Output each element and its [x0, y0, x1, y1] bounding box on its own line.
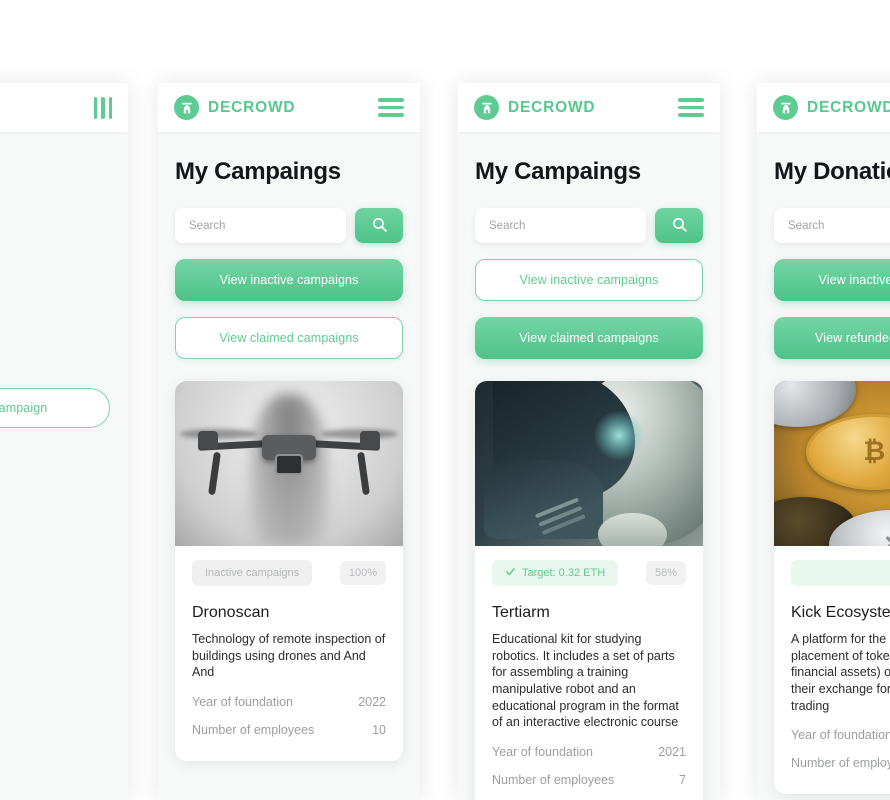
field-value: 2022	[358, 694, 386, 709]
status-badge: Target: 0.32 ETH	[492, 560, 619, 586]
robot-photo	[475, 381, 703, 546]
card-body: Inactive campaigns 100% Dronoscan Techno…	[175, 546, 403, 761]
card-description: Educational kit for studying robotics. I…	[492, 632, 679, 730]
phone-panel-my-campaigns-active: DECROWD My Campaings View inactive campa…	[158, 83, 420, 800]
drone-photo	[175, 381, 403, 546]
sidebar-item-users[interactable]: Users	[0, 212, 110, 256]
page-title: My Campaings	[175, 158, 341, 185]
brand[interactable]: DECROWD	[773, 95, 890, 120]
donation-card[interactable]: ₿✕ Successful Kick Ecosystem A platform …	[774, 381, 890, 795]
crypto-coins-photo: ₿✕	[774, 381, 890, 546]
page-body: My Donations View inactive campaigns Vie…	[757, 158, 890, 795]
sidebar-item-home[interactable]: Home	[0, 168, 110, 212]
search-button[interactable]	[655, 208, 703, 243]
vertical-bars-icon[interactable]	[86, 96, 112, 119]
page-body: My Campaings View inactive campaigns Vie…	[458, 158, 720, 800]
search-row	[175, 208, 403, 243]
view-inactive-campaigns-button[interactable]: View inactive campaigns	[175, 259, 403, 301]
page-body: My Campaings View inactive campaigns Vie…	[158, 158, 420, 761]
campaign-card[interactable]: Target: 0.32 ETH 58% Tertiarm Educationa…	[475, 381, 703, 800]
badge-row: Inactive campaigns 100%	[192, 560, 386, 586]
field-label: Year of foundation	[492, 744, 594, 759]
search-button[interactable]	[355, 208, 403, 243]
drawer-list: Home Users My Campaings My Donations	[0, 168, 110, 344]
search-row	[475, 208, 703, 243]
badge-row: Successful	[791, 560, 890, 586]
search-input[interactable]	[175, 208, 346, 243]
lamp-logo-icon	[174, 95, 199, 120]
app-bar: DECROWD	[158, 83, 420, 132]
phone-panel-my-campaigns-claimed: DECROWD My Campaings View inactive campa…	[458, 83, 720, 800]
app-bar	[0, 83, 128, 132]
card-field-row: Year of foundation 2021	[492, 745, 686, 759]
sidebar-item-my-donations[interactable]: My Donations	[0, 300, 110, 344]
card-body: Successful Kick Ecosystem A platform for…	[774, 546, 890, 794]
app-bar: DECROWD	[458, 83, 720, 132]
field-value: 10	[372, 722, 386, 737]
brand-name: DECROWD	[508, 98, 596, 116]
field-label: Number of employees	[791, 756, 890, 771]
progress-percent: 58%	[645, 561, 686, 585]
view-claimed-campaigns-button[interactable]: View claimed campaigns	[175, 317, 403, 359]
status-badge: Successful	[791, 560, 890, 586]
phone-panel-my-donations: DECROWD My Donations View inactive campa…	[757, 83, 890, 800]
card-field-row: Number of employees 7	[492, 773, 686, 787]
create-campaign-button[interactable]: Create campaign	[0, 388, 110, 428]
phone-panel-drawer: Home Users My Campaings My Donations Cre…	[0, 83, 128, 800]
view-claimed-campaigns-button[interactable]: View claimed campaigns	[475, 317, 703, 359]
card-field-row: Number of employees 10	[192, 723, 386, 737]
hamburger-icon[interactable]	[678, 98, 704, 117]
search-icon	[671, 216, 688, 236]
card-title: Kick Ecosystem	[791, 604, 890, 621]
status-badge: Inactive campaigns	[192, 560, 313, 586]
card-description: Technology of remote inspection of build…	[192, 632, 386, 680]
brand-name: DECROWD	[807, 98, 890, 116]
brand[interactable]: DECROWD	[474, 95, 595, 120]
lamp-logo-icon	[474, 95, 499, 120]
field-label: Year of foundation	[791, 728, 890, 743]
badge-row: Target: 0.32 ETH 58%	[492, 560, 686, 586]
field-label: Year of foundation	[192, 694, 294, 709]
search-input[interactable]	[475, 208, 646, 243]
search-input[interactable]	[774, 208, 890, 243]
brand-name: DECROWD	[208, 98, 296, 116]
search-row	[774, 208, 890, 243]
view-inactive-campaigns-button[interactable]: View inactive campaigns	[475, 259, 703, 301]
field-label: Number of employees	[192, 722, 315, 737]
screenshot-stage: Home Users My Campaings My Donations Cre…	[0, 0, 890, 800]
field-value: 2021	[658, 744, 686, 759]
view-refunded-campaigns-button[interactable]: View refunded campaigns	[774, 317, 890, 359]
campaign-card[interactable]: Inactive campaigns 100% Dronoscan Techno…	[175, 381, 403, 761]
card-field-row: Year of foundation 2022	[192, 695, 386, 709]
card-title: Dronoscan	[192, 604, 270, 621]
app-bar: DECROWD	[757, 83, 890, 132]
view-inactive-campaigns-button[interactable]: View inactive campaigns	[774, 259, 890, 301]
progress-percent: 100%	[339, 561, 386, 585]
search-icon	[371, 216, 388, 236]
card-body: Target: 0.32 ETH 58% Tertiarm Educationa…	[475, 546, 703, 800]
field-label: Number of employees	[492, 772, 615, 787]
status-badge-label: Target: 0.32 ETH	[522, 567, 606, 579]
page-title: My Campaings	[475, 158, 641, 185]
field-value: 7	[679, 772, 686, 787]
check-icon	[505, 566, 516, 580]
card-description: A platform for the private placement of …	[791, 632, 890, 713]
brand[interactable]: DECROWD	[174, 95, 295, 120]
page-title: My Donations	[774, 158, 890, 185]
drawer-menu: Home Users My Campaings My Donations Cre…	[0, 168, 128, 428]
lamp-logo-icon	[773, 95, 798, 120]
hamburger-icon[interactable]	[378, 98, 404, 117]
card-field-row: Number of employees	[791, 756, 890, 770]
card-field-row: Year of foundation	[791, 728, 890, 742]
sidebar-item-my-campaigns[interactable]: My Campaings	[0, 256, 110, 300]
card-title: Tertiarm	[492, 604, 550, 621]
